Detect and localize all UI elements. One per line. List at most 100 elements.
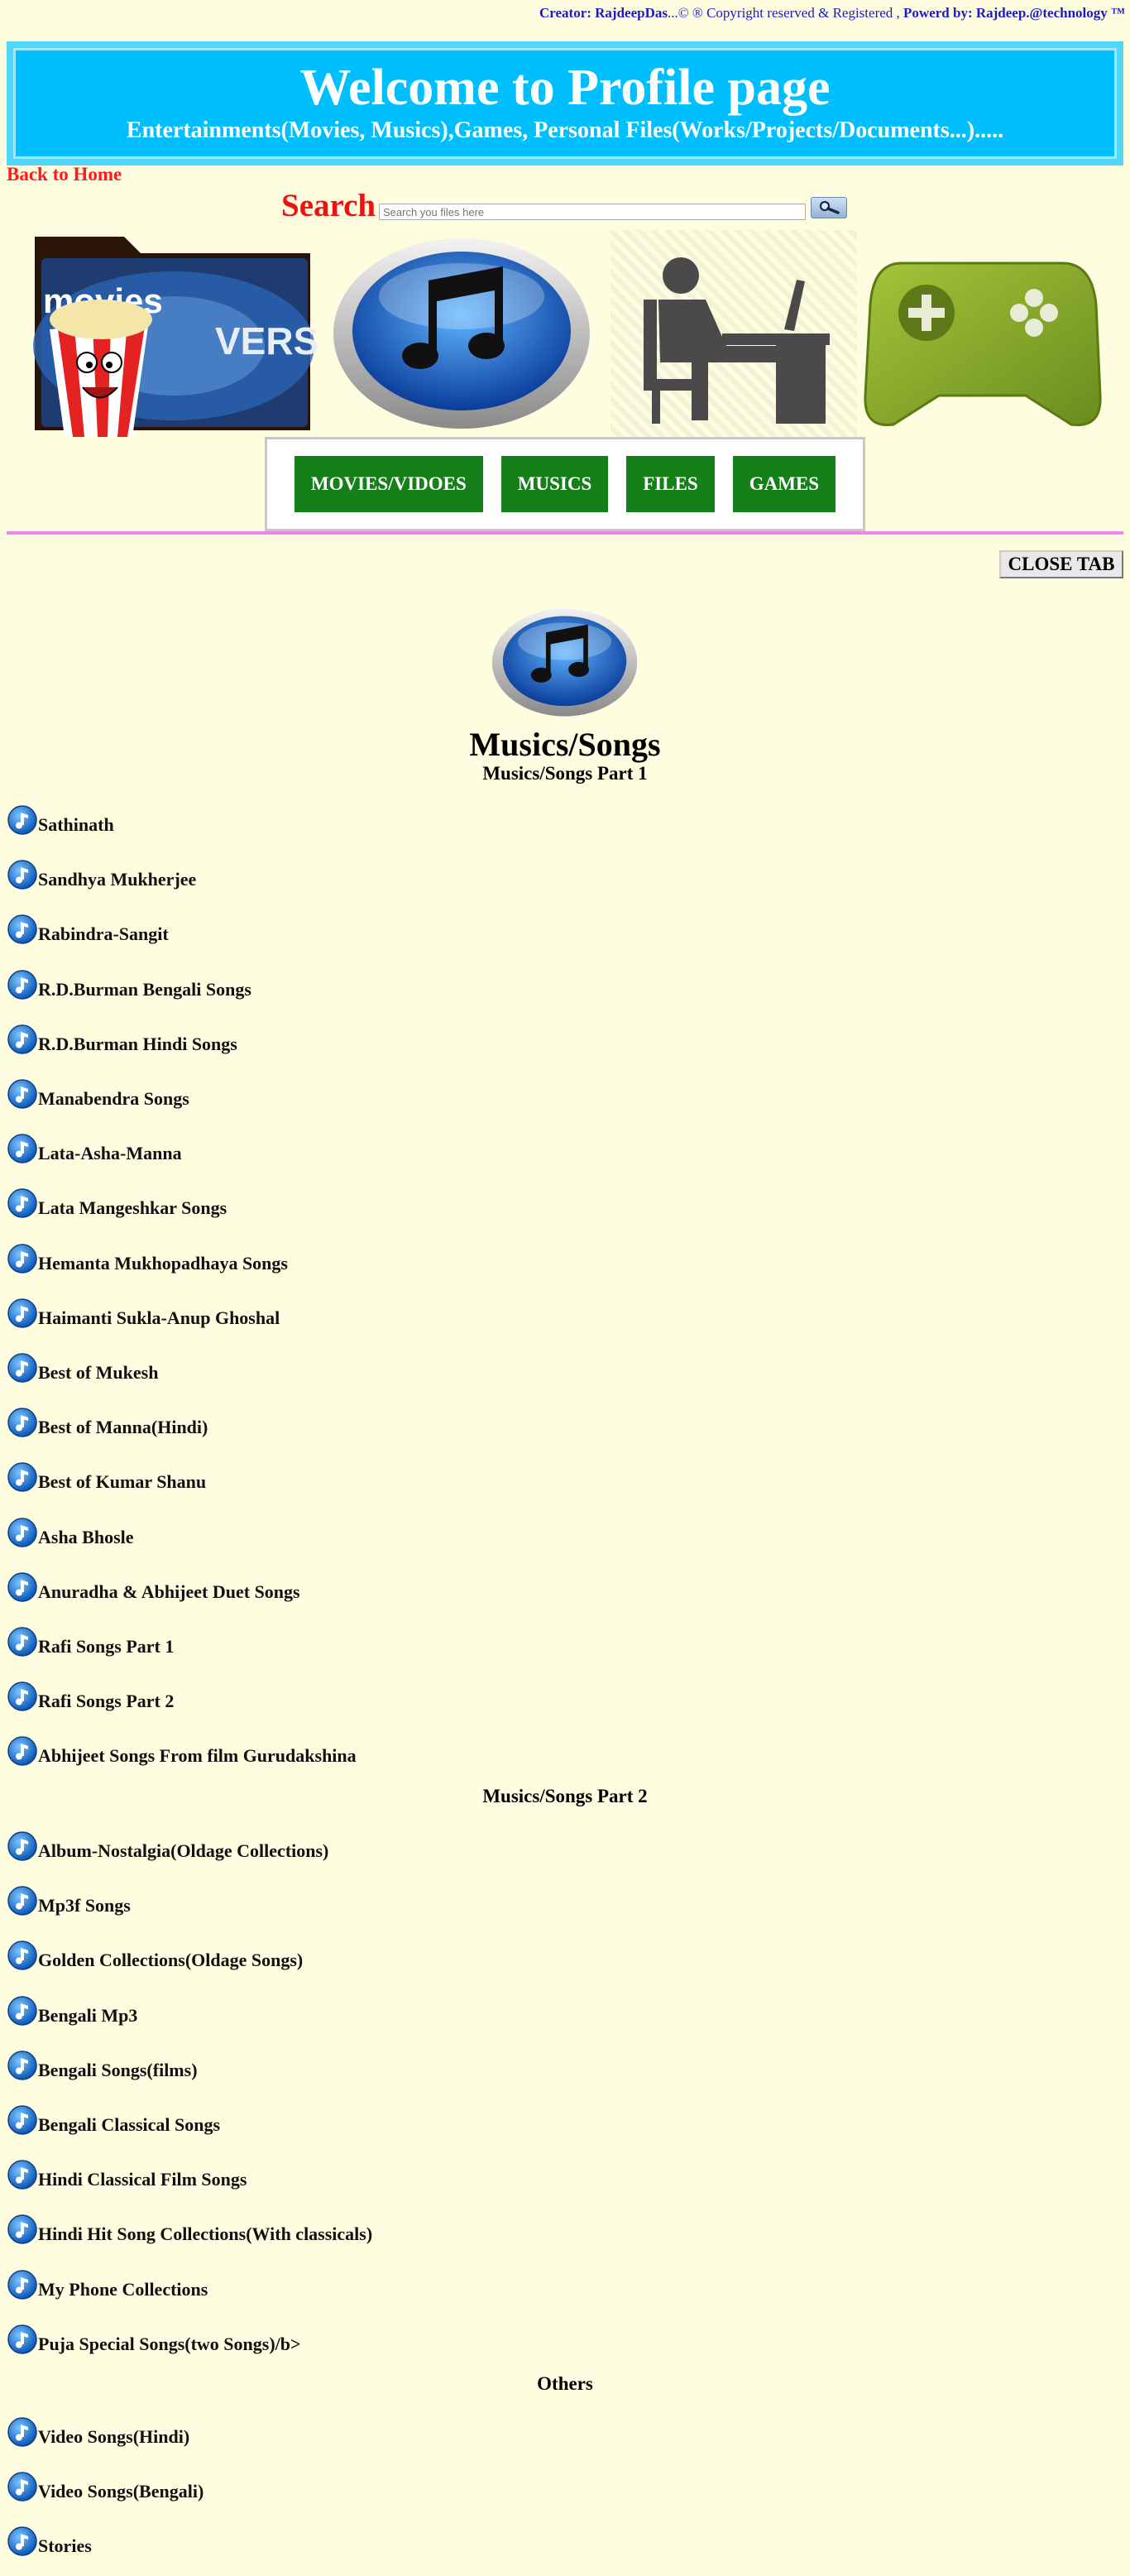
music-note-icon bbox=[7, 2416, 38, 2448]
files-button[interactable]: FILES bbox=[626, 456, 715, 512]
music-tile[interactable] bbox=[329, 230, 592, 437]
list-item-label[interactable]: Anuradha & Abhijeet Duet Songs bbox=[38, 1581, 300, 1603]
music-note-icon bbox=[491, 608, 638, 717]
list-item-label[interactable]: Best of Kumar Shanu bbox=[38, 1471, 206, 1493]
list-item-label[interactable]: Hindi Classical Film Songs bbox=[38, 2169, 247, 2190]
list-item[interactable]: Best of Kumar Shanu bbox=[7, 1460, 206, 1493]
list-item-label[interactable]: Bengali Songs(films) bbox=[38, 2060, 198, 2081]
games-button[interactable]: GAMES bbox=[732, 456, 836, 512]
copyright-text: ...© ® Copyright reserved & Registered , bbox=[668, 5, 900, 21]
list-item-label[interactable]: Hindi Hit Song Collections(With classica… bbox=[38, 2223, 372, 2245]
list-item[interactable]: Manabendra Songs bbox=[7, 1077, 189, 1110]
list-item-label[interactable]: Puja Special Songs(two Songs)/b> bbox=[38, 2334, 301, 2355]
list-item-label[interactable]: Sandhya Mukherjee bbox=[38, 869, 196, 890]
page-title: Welcome to Profile page bbox=[299, 60, 831, 116]
music-note-icon bbox=[7, 2104, 38, 2136]
list-item[interactable]: Best of Mukesh bbox=[7, 1350, 158, 1384]
files-tile[interactable] bbox=[610, 230, 857, 437]
list-item-label[interactable]: Rafi Songs Part 2 bbox=[38, 1691, 174, 1712]
music-section-icon bbox=[490, 602, 639, 727]
music-note-icon bbox=[7, 1133, 38, 1164]
list-item[interactable]: Golden Collections(Oldage Songs) bbox=[7, 1938, 303, 1971]
list-item-label[interactable]: Asha Bhosle bbox=[38, 1527, 134, 1548]
list-item[interactable]: My Phone Collections bbox=[7, 2267, 208, 2300]
list-item[interactable]: Video Songs(Hindi) bbox=[7, 2415, 189, 2448]
list-item-label[interactable]: Stories bbox=[38, 2535, 92, 2557]
list-item-label[interactable]: R.D.Burman Bengali Songs bbox=[38, 979, 251, 1000]
movies-overlay-text: VERSAL bbox=[215, 319, 318, 362]
music-note-icon bbox=[7, 1187, 38, 1219]
list-item-label[interactable]: Album-Nostalgia(Oldage Collections) bbox=[38, 1840, 328, 1862]
list-item-label[interactable]: Bengali Mp3 bbox=[38, 2005, 137, 2027]
list-item[interactable]: Video Songs(Bengali) bbox=[7, 2469, 203, 2502]
list-item[interactable]: Stories bbox=[7, 2524, 92, 2557]
list-item-label[interactable]: Lata-Asha-Manna bbox=[38, 1143, 182, 1164]
list-item-label[interactable]: Best of Mukesh bbox=[38, 1362, 158, 1384]
musics-button[interactable]: MUSICS bbox=[500, 456, 609, 512]
music-note-icon bbox=[7, 1298, 38, 1329]
list-item[interactable]: Sathinath bbox=[7, 803, 114, 836]
list-item[interactable]: Mp3f Songs bbox=[7, 1883, 131, 1916]
list-item-label[interactable]: Best of Manna(Hindi) bbox=[38, 1417, 208, 1438]
music-note-icon bbox=[7, 1830, 38, 1862]
section-title: Musics/Songs bbox=[469, 726, 661, 763]
music-note-icon bbox=[7, 1995, 38, 2027]
list-item-label[interactable]: Hemanta Mukhopadhaya Songs bbox=[38, 1253, 288, 1274]
music-note-icon bbox=[333, 238, 590, 429]
list-item[interactable]: Lata Mangeshkar Songs bbox=[7, 1186, 227, 1219]
search-button[interactable] bbox=[811, 197, 847, 218]
list-item-label[interactable]: Abhijeet Songs From film Gurudakshina bbox=[38, 1745, 357, 1767]
music-note-icon bbox=[7, 1626, 38, 1657]
list-item-label[interactable]: R.D.Burman Hindi Songs bbox=[38, 1034, 237, 1055]
list-item[interactable]: Lata-Asha-Manna bbox=[7, 1131, 182, 1164]
list-item[interactable]: R.D.Burman Hindi Songs bbox=[7, 1022, 237, 1055]
music-note-icon bbox=[7, 859, 38, 890]
list-item[interactable]: Haimanti Sukla-Anup Ghoshal bbox=[7, 1296, 280, 1329]
list-item-label[interactable]: Sathinath bbox=[38, 814, 114, 836]
list-item-label[interactable]: Manabendra Songs bbox=[38, 1088, 189, 1110]
list-item-label[interactable]: Video Songs(Bengali) bbox=[38, 2481, 203, 2502]
close-tab-button[interactable]: CLOSE TAB bbox=[999, 550, 1123, 578]
music-note-icon bbox=[7, 969, 38, 1000]
list-item[interactable]: Abhijeet Songs From film Gurudakshina bbox=[7, 1734, 357, 1767]
list-item-label[interactable]: My Phone Collections bbox=[38, 2279, 208, 2300]
list-item[interactable]: Album-Nostalgia(Oldage Collections) bbox=[7, 1829, 328, 1862]
search-label: Search bbox=[281, 188, 376, 223]
magnifier-icon bbox=[819, 200, 840, 214]
games-tile[interactable] bbox=[860, 230, 1104, 437]
list-item[interactable]: R.D.Burman Bengali Songs bbox=[7, 967, 251, 1000]
list-item[interactable]: Hindi Classical Film Songs bbox=[7, 2157, 247, 2190]
list-item[interactable]: Anuradha & Abhijeet Duet Songs bbox=[7, 1570, 300, 1603]
music-note-icon bbox=[7, 914, 38, 945]
list-item[interactable]: Asha Bhosle bbox=[7, 1515, 134, 1548]
list-item[interactable]: Rafi Songs Part 2 bbox=[7, 1679, 174, 1712]
list-item-label[interactable]: Mp3f Songs bbox=[38, 1895, 131, 1916]
list-item[interactable]: Hemanta Mukhopadhaya Songs bbox=[7, 1241, 288, 1274]
list-item[interactable]: Bengali Classical Songs bbox=[7, 2103, 220, 2136]
list-item-label[interactable]: Lata Mangeshkar Songs bbox=[38, 1197, 227, 1219]
music-note-icon bbox=[7, 1517, 38, 1548]
divider bbox=[7, 531, 1123, 535]
music-note-icon bbox=[7, 1024, 38, 1055]
list-item[interactable]: Hindi Hit Song Collections(With classica… bbox=[7, 2212, 372, 2245]
music-note-icon bbox=[7, 1571, 38, 1603]
movies-tile[interactable]: VERSAL movies bbox=[25, 230, 318, 437]
list-item[interactable]: Rabindra-Sangit bbox=[7, 912, 169, 945]
list-item-label[interactable]: Video Songs(Hindi) bbox=[38, 2426, 189, 2448]
list-item[interactable]: Bengali Songs(films) bbox=[7, 2048, 198, 2081]
music-note-icon bbox=[7, 1078, 38, 1110]
list-item[interactable]: Rafi Songs Part 1 bbox=[7, 1624, 174, 1657]
list-item-label[interactable]: Golden Collections(Oldage Songs) bbox=[38, 1950, 303, 1971]
list-item-label[interactable]: Haimanti Sukla-Anup Ghoshal bbox=[38, 1307, 280, 1329]
list-item-label[interactable]: Rabindra-Sangit bbox=[38, 923, 169, 945]
list-item[interactable]: Sandhya Mukherjee bbox=[7, 857, 196, 890]
list-item-label[interactable]: Rafi Songs Part 1 bbox=[38, 1636, 174, 1657]
search-input[interactable] bbox=[379, 204, 806, 220]
list-item[interactable]: Puja Special Songs(two Songs)/b> bbox=[7, 2322, 301, 2355]
list-item-label[interactable]: Bengali Classical Songs bbox=[38, 2114, 220, 2136]
back-to-home-link[interactable]: Back to Home bbox=[7, 164, 122, 185]
list-item[interactable]: Best of Manna(Hindi) bbox=[7, 1405, 208, 1438]
music-note-icon bbox=[7, 1940, 38, 1971]
movies-videos-button[interactable]: MOVIES/VIDOES bbox=[294, 456, 483, 512]
list-item[interactable]: Bengali Mp3 bbox=[7, 1993, 137, 2027]
